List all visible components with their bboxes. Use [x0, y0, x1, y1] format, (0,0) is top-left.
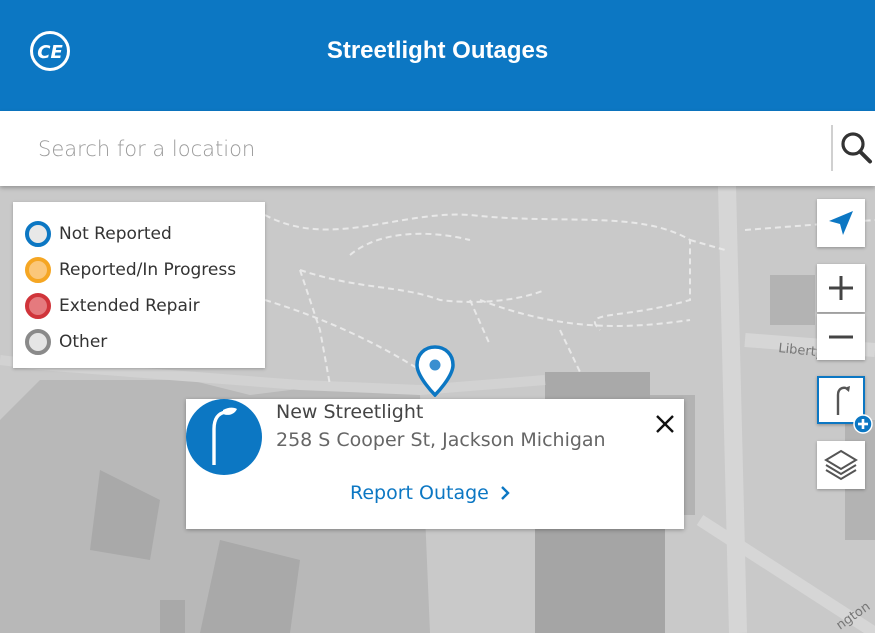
navigation-arrow-icon [829, 211, 853, 235]
search-divider [831, 125, 833, 171]
streetlight-add-icon [836, 386, 850, 415]
locate-me-button[interactable] [817, 199, 865, 247]
streetlight-icon [212, 407, 237, 465]
legend-item-other: Other [25, 328, 107, 356]
zoom-out-button[interactable] [817, 314, 865, 360]
page-title: Streetlight Outages [326, 37, 549, 64]
plus-icon [829, 276, 853, 300]
chevron-right-icon [501, 486, 510, 500]
search-bar [0, 111, 875, 186]
add-badge-icon [853, 414, 873, 434]
layers-icon [824, 449, 858, 481]
status-legend: Not Reported Reported/In Progress Extend… [13, 202, 265, 368]
legend-item-extended-repair: Extended Repair [25, 292, 200, 320]
status-dot-icon [25, 293, 51, 319]
minus-icon [829, 335, 853, 339]
zoom-in-button[interactable] [817, 264, 865, 312]
legend-label: Not Reported [59, 224, 172, 244]
legend-label: Extended Repair [59, 296, 200, 316]
report-outage-link[interactable]: Report Outage [350, 479, 511, 507]
streetlight-popup: New Streetlight 258 S Cooper St, Jackson… [186, 399, 684, 529]
status-dot-icon [25, 221, 51, 247]
search-input[interactable] [0, 111, 830, 186]
report-outage-label: Report Outage [350, 482, 489, 504]
selected-location-pin-icon[interactable] [414, 345, 456, 397]
legend-label: Other [59, 332, 108, 352]
streetlight-avatar [186, 399, 262, 475]
popup-title: New Streetlight [276, 401, 424, 423]
status-dot-icon [25, 329, 51, 355]
close-icon[interactable] [653, 412, 677, 436]
legend-item-reported: Reported/In Progress [25, 256, 236, 284]
search-icon[interactable] [838, 128, 874, 168]
status-dot-icon [25, 257, 51, 283]
legend-label: Reported/In Progress [59, 260, 237, 280]
app-header: CE Streetlight Outages [0, 0, 875, 111]
legend-item-not-reported: Not Reported [25, 220, 172, 248]
layers-button[interactable] [817, 441, 865, 489]
popup-address: 258 S Cooper St, Jackson Michigan [276, 429, 606, 451]
